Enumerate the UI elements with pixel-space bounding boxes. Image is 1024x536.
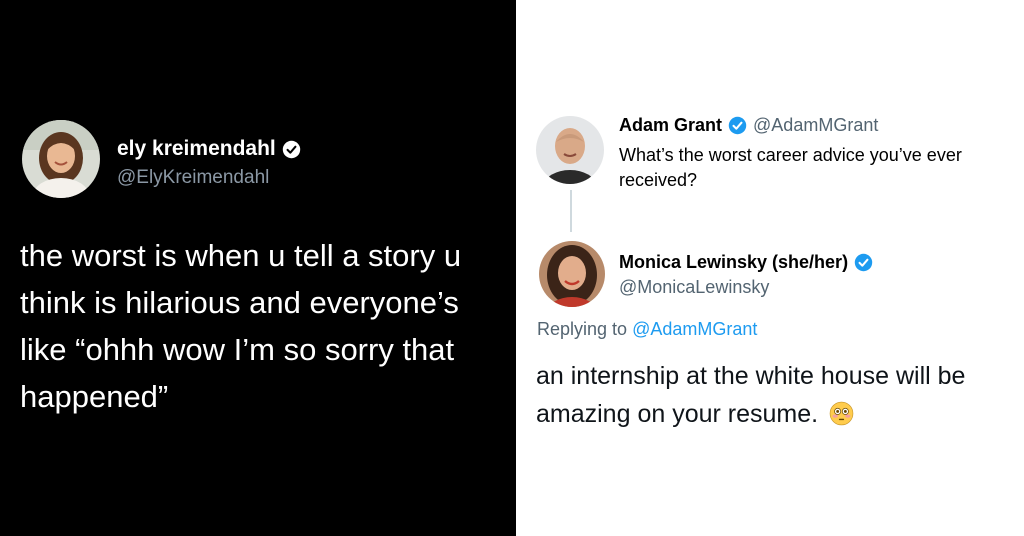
monica-tweet-text: an internship at the white house will be… xyxy=(536,357,1016,433)
thread-connector-line xyxy=(570,190,572,232)
ely-name-row: ely kreimendahl xyxy=(117,137,301,161)
adam-avatar[interactable] xyxy=(536,116,604,184)
ely-display-name[interactable]: ely kreimendahl xyxy=(117,137,276,161)
flushed-face-emoji-icon xyxy=(829,399,854,426)
adam-handle[interactable]: @AdamMGrant xyxy=(753,115,878,136)
verified-badge-icon xyxy=(728,116,747,135)
adam-tweet-text: What’s the worst career advice you’ve ev… xyxy=(619,145,962,190)
left-tweet-panel: ely kreimendahl @ElyKreimendahl the wors… xyxy=(0,0,516,536)
verified-badge-icon xyxy=(854,253,873,272)
monica-display-name[interactable]: Monica Lewinsky (she/her) xyxy=(619,252,848,273)
replying-to-prefix: Replying to xyxy=(537,319,628,339)
monica-tweet-body: an internship at the white house will be… xyxy=(536,362,966,428)
verified-badge-icon xyxy=(282,140,301,159)
ely-avatar[interactable] xyxy=(22,120,100,198)
adam-name-row: Adam Grant @AdamMGrant xyxy=(619,115,878,136)
replying-to-line: Replying to @AdamMGrant xyxy=(537,319,757,340)
monica-name-row: Monica Lewinsky (she/her) xyxy=(619,252,873,273)
ely-handle[interactable]: @ElyKreimendahl xyxy=(117,167,269,189)
monica-avatar[interactable] xyxy=(539,241,605,307)
monica-handle[interactable]: @MonicaLewinsky xyxy=(619,277,769,298)
adam-display-name[interactable]: Adam Grant xyxy=(619,115,722,136)
ely-tweet-text: the worst is when u tell a story u think… xyxy=(20,238,462,414)
replying-to-link[interactable]: @AdamMGrant xyxy=(632,319,757,339)
